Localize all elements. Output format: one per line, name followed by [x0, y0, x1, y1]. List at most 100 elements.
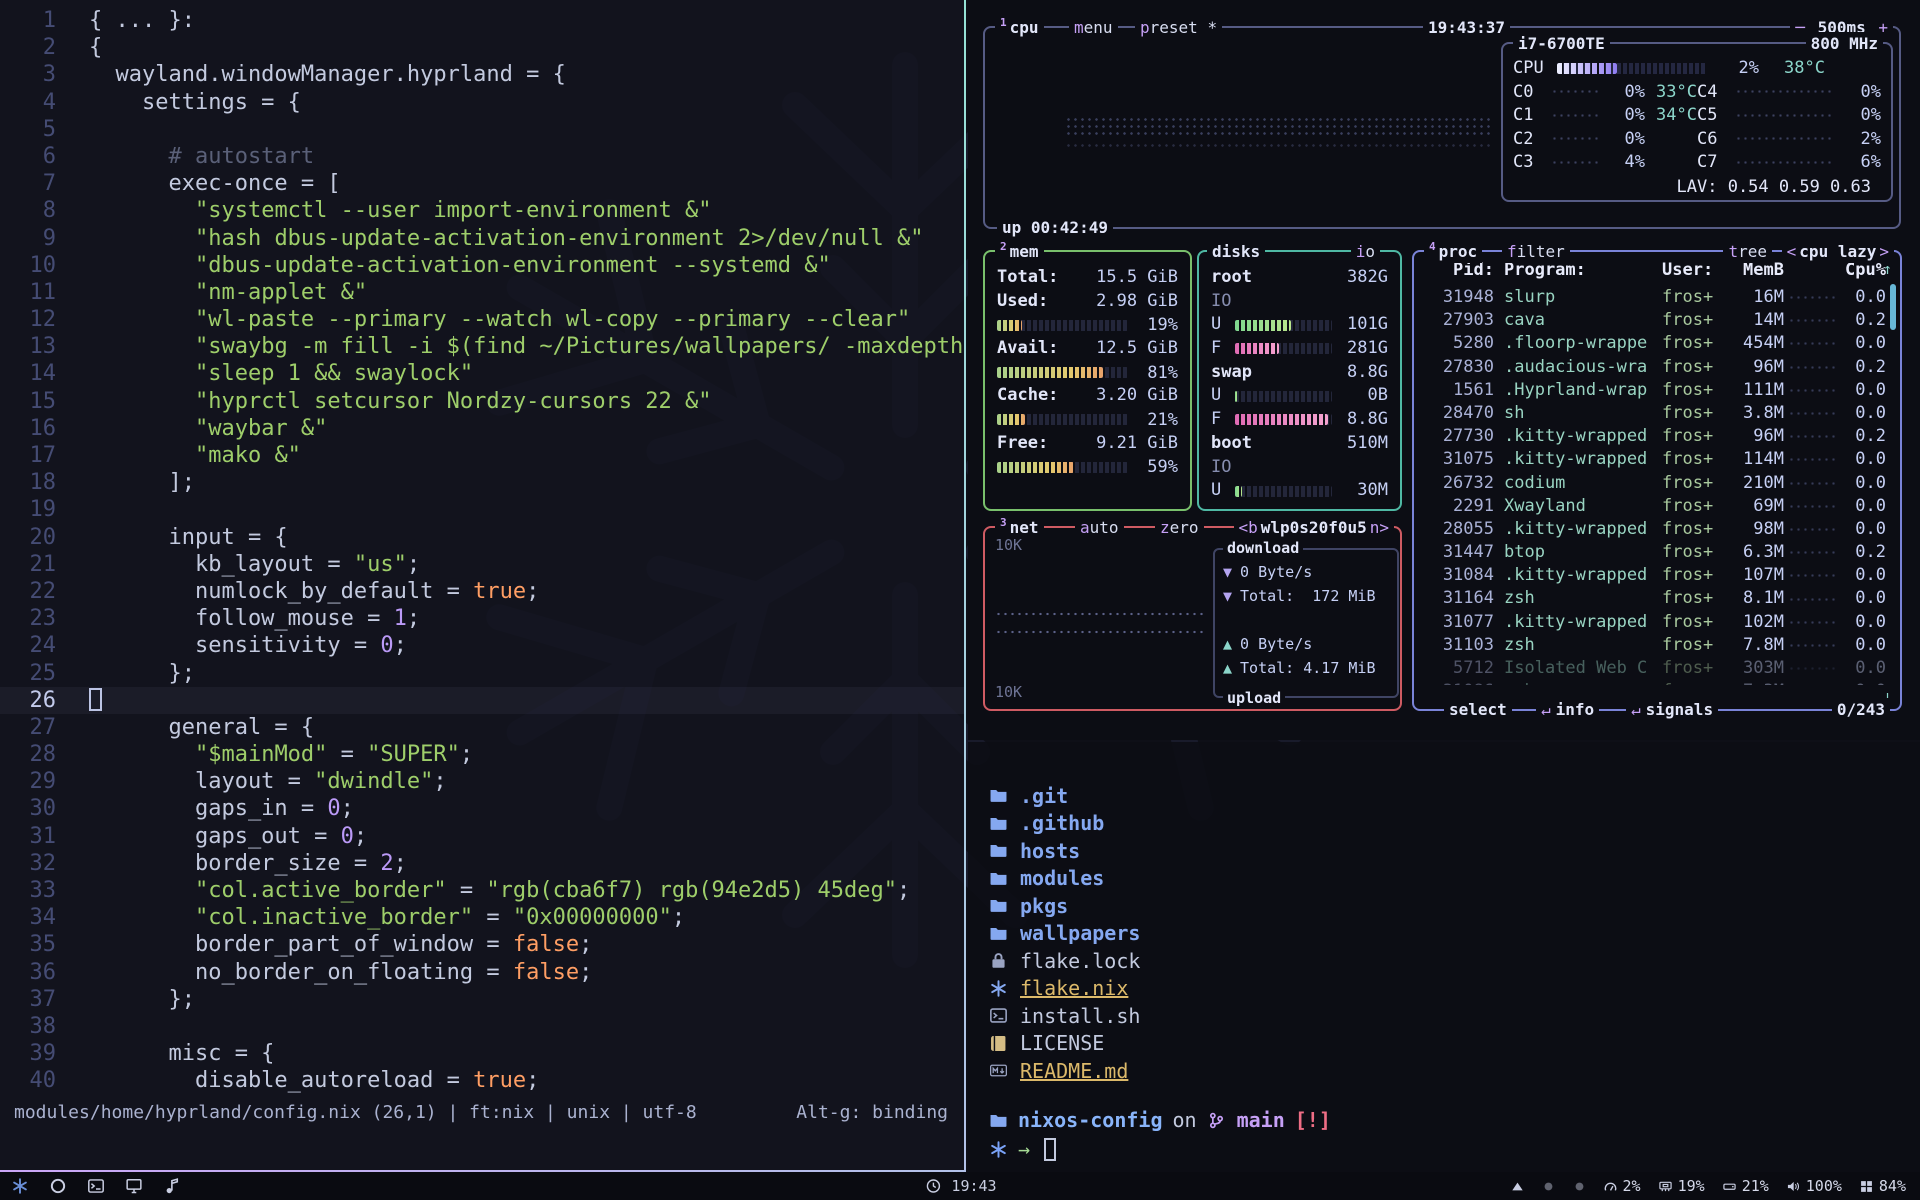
process-row[interactable]: 27730.kitty-wrappedfros+96M0.2	[1424, 425, 1886, 448]
code-line[interactable]: 28 "$mainMod" = "SUPER";	[0, 741, 964, 768]
process-row[interactable]: 31086zshfros+7.3M0.0	[1424, 680, 1886, 685]
code-line[interactable]: 9 "hash dbus-update-activation-environme…	[0, 225, 964, 252]
code-line[interactable]: 5	[0, 116, 964, 143]
device-next-button[interactable]: n>	[1370, 516, 1389, 539]
editor-window[interactable]: 1{ ... }:2{3 wayland.windowManager.hyprl…	[0, 0, 966, 1172]
taskbar-module-hard-drive[interactable]: 21%	[1723, 1177, 1769, 1195]
sort-prev-icon[interactable]: <	[1787, 240, 1797, 263]
process-row[interactable]: 28470shfros+3.8M0.0	[1424, 402, 1886, 425]
io-mode-button[interactable]: io	[1351, 240, 1380, 263]
process-row[interactable]: 1561.Hyprland-wrapfros+111M0.0	[1424, 379, 1886, 402]
code-line[interactable]: 11 "nm-applet &"	[0, 279, 964, 306]
process-row[interactable]: 2291Xwaylandfros+69M0.0	[1424, 495, 1886, 518]
device-prev-button[interactable]: <b	[1239, 516, 1258, 539]
process-row[interactable]: 31447btopfros+6.3M0.2	[1424, 541, 1886, 564]
tray-dot-icon[interactable]	[1542, 1180, 1555, 1193]
process-row[interactable]: 27830.audacious-wrafros+96M0.2	[1424, 356, 1886, 379]
code-line[interactable]: 40 disable_autoreload = true;	[0, 1067, 964, 1094]
net-auto-button[interactable]: auto	[1075, 516, 1124, 539]
sort-selector[interactable]: < cpu lazy >	[1782, 240, 1894, 263]
taskbar-module-memory[interactable]: 19%	[1659, 1177, 1705, 1195]
taskbar-clock[interactable]: 19:43	[923, 1177, 996, 1195]
code-line[interactable]: 22 numlock_by_default = true;	[0, 578, 964, 605]
taskbar-module-speaker[interactable]: 100%	[1787, 1177, 1842, 1195]
nix-logo-icon[interactable]	[12, 1178, 28, 1194]
process-row[interactable]: 27903cavafros+14M0.2	[1424, 309, 1886, 332]
info-button[interactable]: ↵ info	[1536, 698, 1599, 721]
code-line[interactable]: 14 "sleep 1 && swaylock"	[0, 360, 964, 387]
process-row[interactable]: 31084.kitty-wrappedfros+107M0.0	[1424, 564, 1886, 587]
mem-panel-tab[interactable]: 2 mem	[995, 240, 1044, 263]
net-zero-button[interactable]: zero	[1155, 516, 1204, 539]
code-line[interactable]: 20 input = {	[0, 524, 964, 551]
code-line[interactable]: 7 exec-once = [	[0, 170, 964, 197]
code-line[interactable]: 34 "col.inactive_border" = "0x00000000";	[0, 904, 964, 931]
taskbar-module-grid[interactable]: 84%	[1860, 1177, 1906, 1195]
code-line[interactable]: 13 "swaybg -m fill -i $(find ~/Pictures/…	[0, 333, 964, 360]
line-number: 23	[0, 605, 56, 632]
code-line[interactable]: 29 layout = "dwindle";	[0, 768, 964, 795]
tray-expand-icon[interactable]	[1511, 1180, 1524, 1193]
btop-window[interactable]: 1 cpu menu preset * 19:43:37 ─ 500ms +	[968, 0, 1920, 740]
terminal-window[interactable]: .git.githubhostsmodulespkgswallpapersfla…	[968, 742, 1920, 1172]
code-line[interactable]: 3 wayland.windowManager.hyprland = {	[0, 61, 964, 88]
code-line[interactable]: 4 settings = {	[0, 89, 964, 116]
code-line[interactable]: 39 misc = {	[0, 1040, 964, 1067]
code-line[interactable]: 24 sensitivity = 0;	[0, 632, 964, 659]
cpu-panel-tab[interactable]: 1 cpu	[995, 16, 1044, 39]
app-monitor-icon[interactable]	[126, 1178, 142, 1194]
process-row[interactable]: 26732codiumfros+210M0.0	[1424, 472, 1886, 495]
code-line[interactable]: 2{	[0, 34, 964, 61]
code-line[interactable]: 17 "mako &"	[0, 442, 964, 469]
sort-next-icon[interactable]: >	[1879, 240, 1889, 263]
code-line[interactable]: 8 "systemctl --user import-environment &…	[0, 197, 964, 224]
preset-button[interactable]: preset *	[1135, 16, 1222, 39]
process-row[interactable]: 28055.kitty-wrappedfros+98M0.0	[1424, 518, 1886, 541]
tree-button[interactable]: tree	[1723, 240, 1772, 263]
app-ring-icon[interactable]	[50, 1178, 66, 1194]
process-row[interactable]: 5280.floorp-wrappefros+454M0.0	[1424, 332, 1886, 355]
code-line[interactable]: 10 "dbus-update-activation-environment -…	[0, 252, 964, 279]
code-line[interactable]: 6 # autostart	[0, 143, 964, 170]
disks-panel-tab[interactable]: disks	[1207, 240, 1265, 263]
code-line[interactable]: 16 "waybar &"	[0, 415, 964, 442]
process-row[interactable]: 31077.kitty-wrappedfros+102M0.0	[1424, 611, 1886, 634]
menu-button[interactable]: menu	[1069, 16, 1118, 39]
process-row[interactable]: 31164zshfros+8.1M0.0	[1424, 587, 1886, 610]
code-line[interactable]: 35 border_part_of_window = false;	[0, 931, 964, 958]
music-note-icon[interactable]	[164, 1178, 180, 1194]
code-line[interactable]: 18 ];	[0, 469, 964, 496]
net-device-selector[interactable]: <b wlp0s20f0u5 n>	[1234, 516, 1395, 539]
proc-panel-tab[interactable]: 4 proc	[1424, 240, 1482, 263]
code-line[interactable]: 15 "hyprctl setcursor Nordzy-cursors 22 …	[0, 388, 964, 415]
code-line[interactable]: 21 kb_layout = "us";	[0, 551, 964, 578]
app-terminal-icon[interactable]	[88, 1178, 104, 1194]
code-line[interactable]: 19	[0, 496, 964, 523]
process-row[interactable]: 31103zshfros+7.8M0.0	[1424, 634, 1886, 657]
code-line[interactable]: 25 };	[0, 660, 964, 687]
tray-dot-icon[interactable]	[1573, 1180, 1586, 1193]
net-panel-tab[interactable]: 3 net	[995, 516, 1044, 539]
code-line[interactable]: 12 "wl-paste --primary --watch wl-copy -…	[0, 306, 964, 333]
filter-button[interactable]: filter	[1502, 240, 1570, 263]
code-line[interactable]: 26	[0, 687, 964, 714]
process-row[interactable]: 31948slurpfros+16M0.0	[1424, 286, 1886, 309]
code-line[interactable]: 30 gaps_in = 0;	[0, 795, 964, 822]
taskbar-module-gauge[interactable]: 2%	[1604, 1177, 1641, 1195]
code-line[interactable]: 27 general = {	[0, 714, 964, 741]
process-row[interactable]: 5712Isolated Web Cfros+303M0.0	[1424, 657, 1886, 680]
signals-button[interactable]: ↵ signals	[1626, 698, 1718, 721]
code-line[interactable]: 33 "col.active_border" = "rgb(cba6f7) rg…	[0, 877, 964, 904]
process-row[interactable]: 31075.kitty-wrappedfros+114M0.0	[1424, 448, 1886, 471]
select-button[interactable]: select	[1444, 698, 1512, 721]
code-line[interactable]: 38	[0, 1013, 964, 1040]
code-line[interactable]: 23 follow_mouse = 1;	[0, 605, 964, 632]
file-entry: flake.nix	[988, 975, 1920, 1003]
proc-scrollbar[interactable]	[1890, 284, 1896, 330]
code-line[interactable]: 36 no_border_on_floating = false;	[0, 959, 964, 986]
code-line[interactable]: 31 gaps_out = 0;	[0, 823, 964, 850]
code-line[interactable]: 1{ ... }:	[0, 7, 964, 34]
code-line[interactable]: 37 };	[0, 986, 964, 1013]
shell-input-line[interactable]: →	[988, 1136, 1920, 1163]
code-line[interactable]: 32 border_size = 2;	[0, 850, 964, 877]
